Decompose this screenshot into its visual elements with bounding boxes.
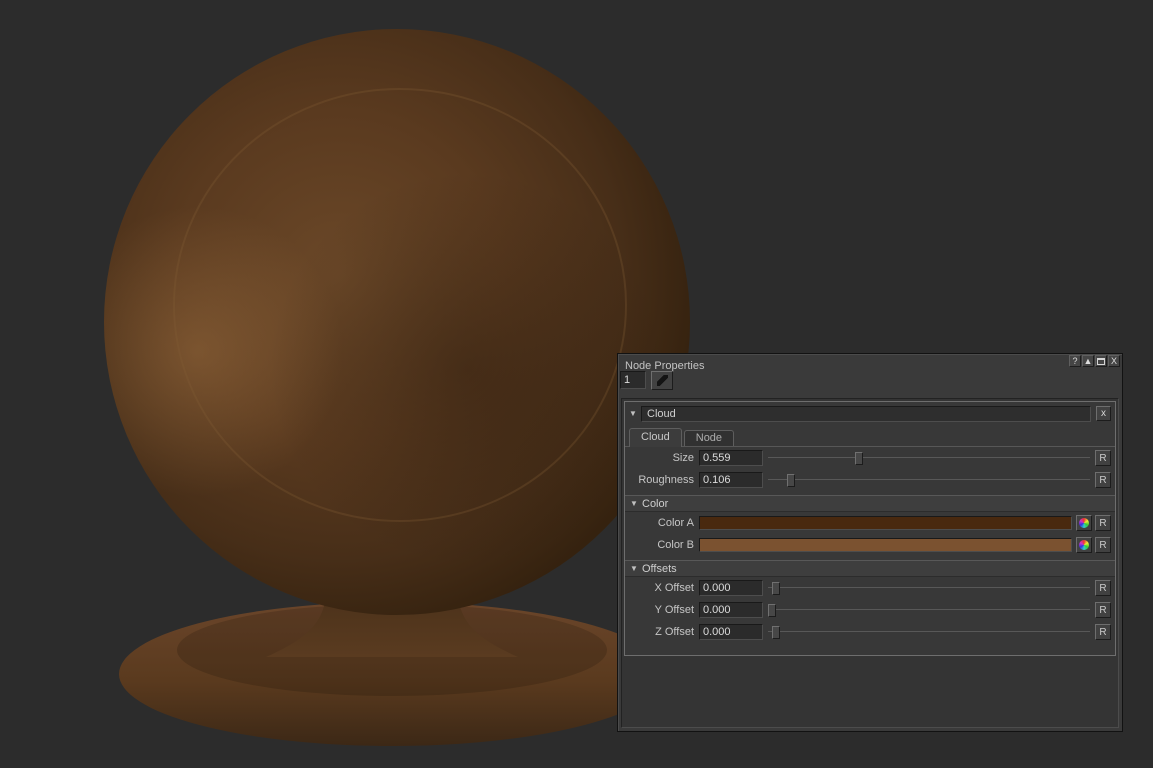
color-section-label: Color (642, 498, 668, 510)
z-offset-slider-handle[interactable] (772, 626, 780, 639)
color-a-reset-button[interactable]: R (1095, 515, 1111, 531)
roughness-reset-button[interactable]: R (1095, 472, 1111, 488)
param-row-roughness: Roughness R (625, 469, 1115, 491)
color-b-label: Color B (629, 539, 699, 551)
panel-toolbar (618, 370, 1122, 396)
cloud-node-frame: ▼ Cloud x Cloud Node Size R Roughnes (624, 401, 1116, 656)
slider-track (768, 479, 1090, 480)
node-collapse-icon[interactable]: ▼ (629, 409, 641, 418)
x-offset-input[interactable] (699, 580, 763, 596)
y-offset-slider-handle[interactable] (768, 604, 776, 617)
size-label: Size (629, 452, 699, 464)
color-section-header[interactable]: ▼ Color (625, 495, 1115, 512)
x-offset-slider[interactable] (768, 580, 1090, 596)
z-offset-row: Z Offset R (625, 621, 1115, 643)
tab-cloud[interactable]: Cloud (629, 428, 682, 447)
y-offset-row: Y Offset R (625, 599, 1115, 621)
y-offset-slider[interactable] (768, 602, 1090, 618)
y-offset-input[interactable] (699, 602, 763, 618)
offsets-section-header[interactable]: ▼ Offsets (625, 560, 1115, 577)
color-wheel-icon (1079, 518, 1089, 528)
z-offset-label: Z Offset (629, 626, 699, 638)
node-tool-button[interactable] (651, 371, 673, 390)
window-titlebar[interactable]: Node Properties ? ▲ X (618, 354, 1122, 370)
close-icon[interactable]: X (1108, 355, 1120, 367)
color-b-row: Color B R (625, 534, 1115, 556)
color-b-reset-button[interactable]: R (1095, 537, 1111, 553)
roughness-input[interactable] (699, 472, 763, 488)
node-close-button[interactable]: x (1096, 406, 1111, 421)
application-screen: { "window": { "title": "Node Properties"… (0, 0, 1153, 768)
x-offset-row: X Offset R (625, 577, 1115, 599)
slider-track (768, 587, 1090, 588)
slider-track (768, 631, 1090, 632)
z-offset-slider[interactable] (768, 624, 1090, 640)
size-slider-handle[interactable] (855, 452, 863, 465)
roughness-slider-handle[interactable] (787, 474, 795, 487)
color-a-swatch[interactable] (699, 516, 1072, 530)
slider-track (768, 457, 1090, 458)
panel-body: ▼ Cloud x Cloud Node Size R Roughnes (621, 398, 1119, 728)
node-tool-icon (657, 375, 668, 386)
param-row-size: Size R (625, 447, 1115, 469)
y-offset-label: Y Offset (629, 604, 699, 616)
size-input[interactable] (699, 450, 763, 466)
y-offset-reset-button[interactable]: R (1095, 602, 1111, 618)
help-icon[interactable]: ? (1069, 355, 1081, 367)
color-collapse-icon[interactable]: ▼ (630, 499, 642, 508)
restore-icon[interactable] (1095, 355, 1107, 367)
restore-glyph-icon (1097, 358, 1105, 365)
color-a-label: Color A (629, 517, 699, 529)
color-a-picker-button[interactable] (1076, 515, 1092, 531)
rollup-icon[interactable]: ▲ (1082, 355, 1094, 367)
x-offset-label: X Offset (629, 582, 699, 594)
color-b-swatch[interactable] (699, 538, 1072, 552)
color-wheel-icon (1079, 540, 1089, 550)
node-header: ▼ Cloud x (625, 402, 1115, 423)
color-a-row: Color A R (625, 512, 1115, 534)
roughness-slider[interactable] (768, 472, 1090, 488)
tab-node[interactable]: Node (684, 430, 734, 446)
node-tabs: Cloud Node (625, 428, 1115, 447)
x-offset-reset-button[interactable]: R (1095, 580, 1111, 596)
size-slider[interactable] (768, 450, 1090, 466)
x-offset-slider-handle[interactable] (772, 582, 780, 595)
window-controls: ? ▲ X (1069, 355, 1120, 367)
offsets-section-label: Offsets (642, 563, 677, 575)
node-name-box[interactable]: Cloud (641, 406, 1091, 422)
z-offset-input[interactable] (699, 624, 763, 640)
node-properties-window: Node Properties ? ▲ X ▼ Cloud x Cloud No… (617, 353, 1123, 732)
roughness-label: Roughness (629, 474, 699, 486)
offsets-collapse-icon[interactable]: ▼ (630, 564, 642, 573)
color-b-picker-button[interactable] (1076, 537, 1092, 553)
z-offset-reset-button[interactable]: R (1095, 624, 1111, 640)
node-index-input[interactable] (620, 371, 646, 389)
slider-track (768, 609, 1090, 610)
size-reset-button[interactable]: R (1095, 450, 1111, 466)
